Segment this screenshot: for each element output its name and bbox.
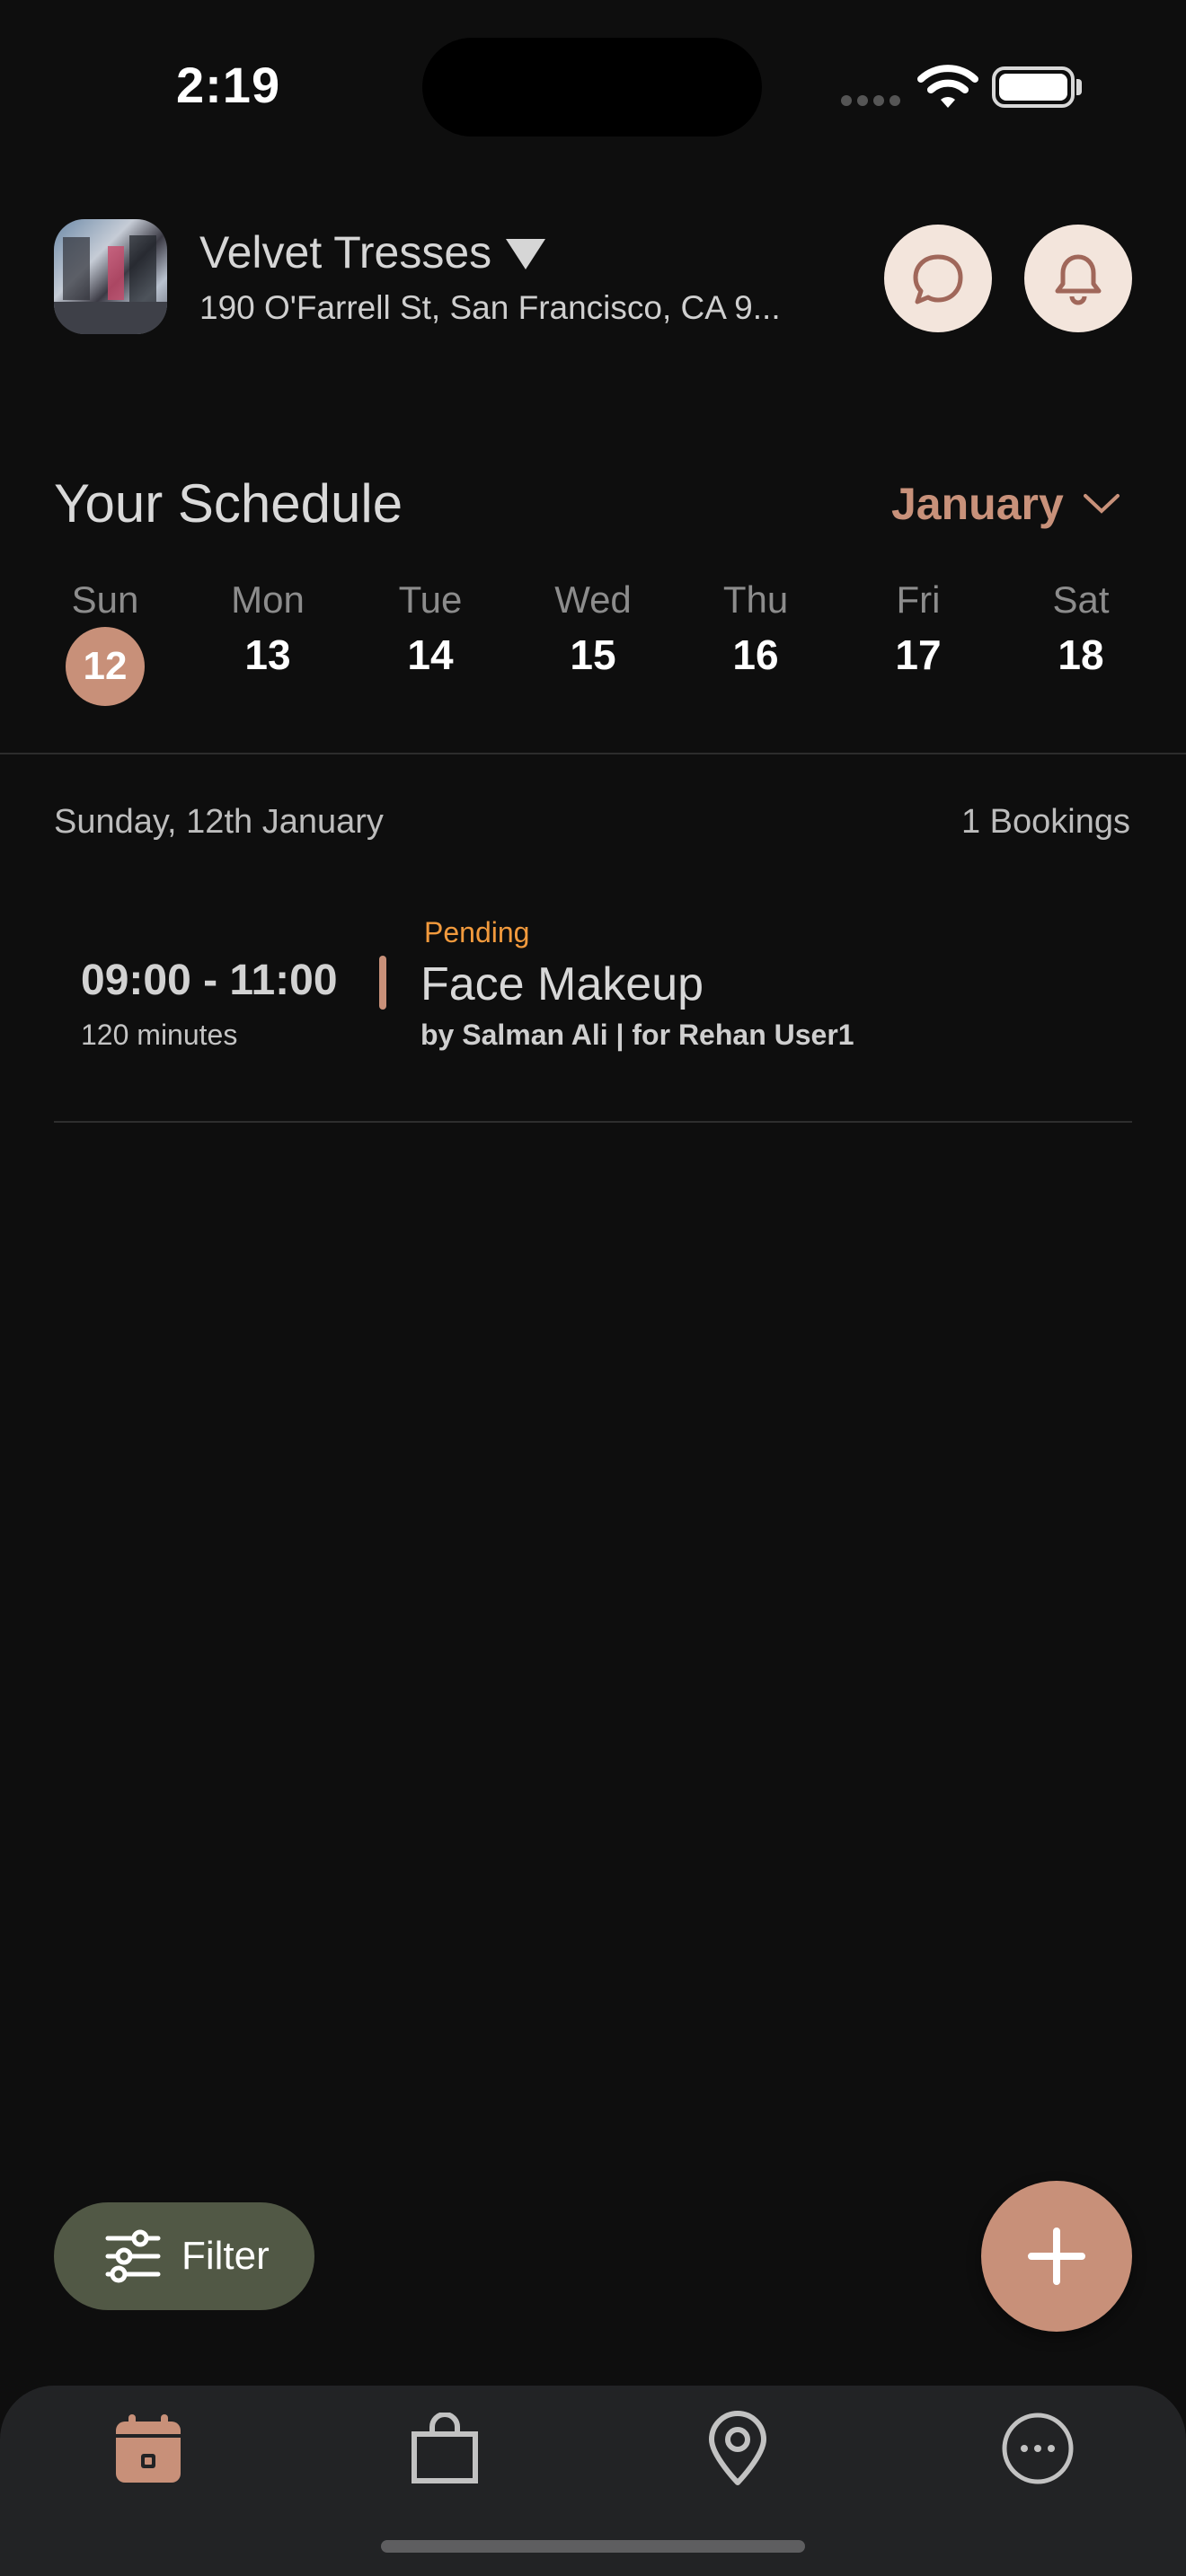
day-tue[interactable]: Tue 14 [350,578,510,710]
day-name: Tue [398,578,463,621]
booking-duration: 120 minutes [81,1019,238,1051]
selected-date-heading: Sunday, 12th January [54,803,384,841]
month-label: January [891,479,1064,529]
cellular-signal-icon [841,93,902,108]
plus-icon [1028,2228,1085,2285]
week-day-selector: Sun 12 Mon 13 Tue 14 Wed 15 Thu 16 Fri 1… [25,578,1161,710]
schedule-title: Your Schedule [54,473,403,534]
notifications-button[interactable] [1024,225,1132,332]
divider [54,1121,1132,1123]
battery-tip [1076,79,1082,95]
booking-card[interactable]: Pending 09:00 - 11:00 120 minutes Face M… [54,907,1132,1123]
salon-avatar[interactable] [54,219,167,334]
booking-service: Face Makeup [420,958,704,1010]
chevron-down-icon [1083,494,1120,514]
day-mon[interactable]: Mon 13 [188,578,348,710]
more-icon [1002,2413,1074,2484]
month-selector[interactable]: January [891,478,1120,530]
day-name: Wed [554,578,632,621]
sliders-icon [105,2229,161,2283]
salon-address: 190 O'Farrell St, San Francisco, CA 9... [199,289,781,326]
filter-label: Filter [181,2234,270,2278]
tab-schedule[interactable] [99,2404,198,2493]
day-sat[interactable]: Sat 18 [1001,578,1161,710]
day-name: Sun [71,578,139,621]
day-number: 12 [66,627,145,706]
filter-button[interactable]: Filter [54,2202,314,2310]
dynamic-island [422,38,762,137]
salon-name: Velvet Tresses [199,227,492,278]
calendar-icon [116,2414,181,2483]
salon-selector[interactable]: Velvet Tresses [199,226,546,278]
day-number: 15 [570,631,616,678]
tab-more[interactable] [988,2404,1087,2493]
chat-bubble-icon [913,254,963,304]
dropdown-triangle-icon [506,239,546,269]
day-number: 14 [407,631,454,678]
day-name: Sat [1052,578,1110,621]
booking-meta: by Salman Ali | for Rehan User1 [420,1019,854,1051]
day-wed[interactable]: Wed 15 [513,578,673,710]
booking-time: 09:00 - 11:00 [81,957,338,1004]
day-name: Mon [231,578,305,621]
status-time: 2:19 [176,57,281,113]
home-indicator [381,2540,805,2553]
tab-location[interactable] [688,2404,787,2493]
day-number: 17 [895,631,942,678]
day-thu[interactable]: Thu 16 [676,578,836,710]
booking-accent-bar [379,956,386,1010]
booking-count: 1 Bookings [960,803,1130,841]
add-booking-button[interactable] [981,2181,1132,2332]
day-sun[interactable]: Sun 12 [25,578,185,710]
day-name: Fri [896,578,941,621]
day-number: 13 [244,631,291,678]
chat-button[interactable] [884,225,992,332]
bell-icon [1055,254,1102,305]
tab-shop[interactable] [395,2404,494,2493]
divider [0,753,1186,754]
battery-icon [992,66,1075,108]
booking-status: Pending [424,916,530,948]
day-number: 18 [1058,631,1104,678]
day-number: 16 [732,631,779,678]
shopping-bag-icon [412,2413,478,2483]
wifi-icon [917,65,978,108]
day-fri[interactable]: Fri 17 [838,578,998,710]
day-name: Thu [722,578,789,621]
location-pin-icon [709,2411,766,2485]
